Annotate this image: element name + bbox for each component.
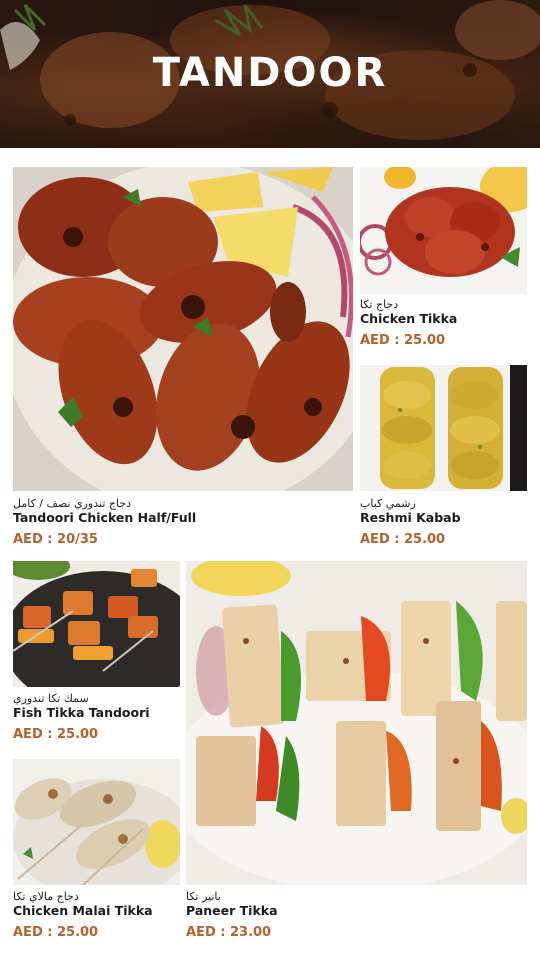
item-price: AED : 20/35 (13, 532, 98, 547)
item-price: AED : 25.00 (13, 727, 99, 742)
tandoori-chicken-photo (13, 167, 353, 491)
item-name: Fish Tikka Tandoori (13, 705, 150, 720)
item-name: Tandoori Chicken Half/Full (13, 510, 197, 525)
item-price: AED : 25.00 (360, 333, 446, 348)
item-arabic-name: دجاج تندوري نصف / كامل (13, 497, 132, 510)
menu-item-tandoori-chicken: دجاج تندوري نصف / كامل Tandoori Chicken … (13, 497, 353, 548)
chicken-tikka-photo (360, 167, 527, 294)
item-price: AED : 23.00 (186, 925, 272, 940)
chicken-malai-tikka-photo (13, 759, 180, 885)
menu-item-chicken-malai-tikka: دجاج مالاي تكا Chicken Malai Tikka AED :… (13, 890, 183, 941)
item-price: AED : 25.00 (13, 925, 99, 940)
item-arabic-name: سمك تكا تندوري (13, 692, 89, 705)
item-arabic-name: دجاج مالاي تكا (13, 890, 79, 903)
fish-tikka-photo (13, 561, 180, 687)
paneer-tikka-photo (186, 561, 527, 885)
item-name: Reshmi Kabab (360, 510, 461, 525)
header-banner: TANDOOR (0, 0, 540, 148)
item-price: AED : 25.00 (360, 532, 446, 547)
menu-item-paneer-tikka: بانير تكا Paneer Tikka AED : 23.00 (186, 890, 386, 941)
page-title: TANDOOR (152, 50, 388, 96)
menu-item-fish-tikka-tandoori: سمك تكا تندوري Fish Tikka Tandoori AED :… (13, 692, 183, 743)
item-arabic-name: رشمي كباب (360, 497, 416, 510)
item-arabic-name: دجاج تكا (360, 298, 399, 311)
reshmi-kabab-photo (360, 365, 527, 491)
item-arabic-name: بانير تكا (186, 890, 221, 903)
item-name: Chicken Tikka (360, 311, 458, 326)
item-name: Chicken Malai Tikka (13, 903, 153, 918)
menu-item-chicken-tikka: دجاج تكا Chicken Tikka AED : 25.00 (360, 298, 530, 349)
item-name: Paneer Tikka (186, 903, 278, 918)
menu-item-reshmi-kabab: رشمي كباب Reshmi Kabab AED : 25.00 (360, 497, 530, 548)
